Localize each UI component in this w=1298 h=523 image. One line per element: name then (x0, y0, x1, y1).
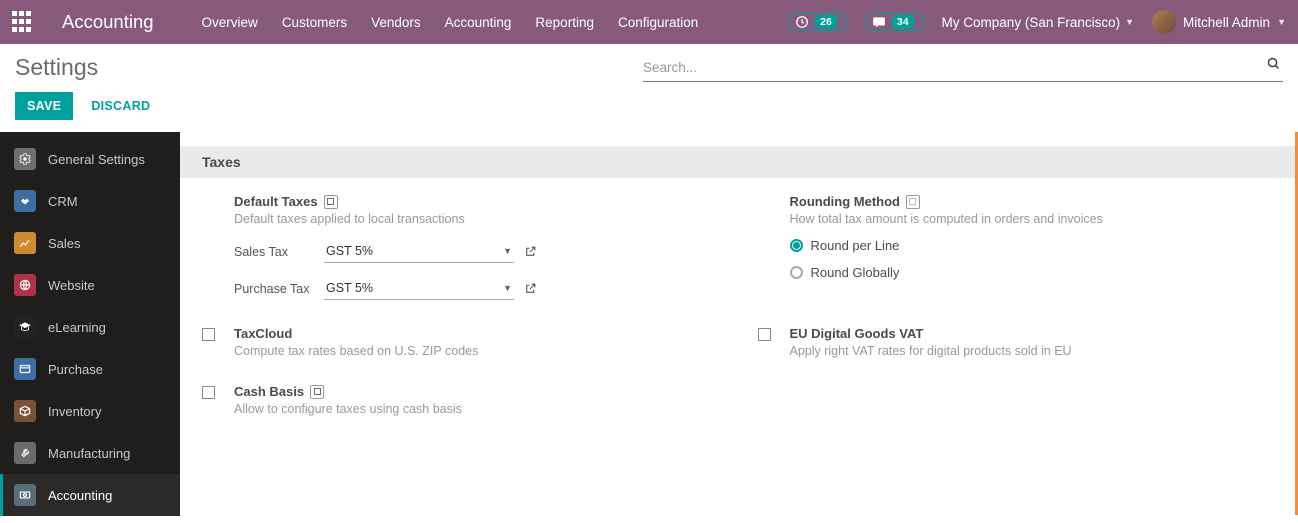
chevron-down-icon: ▼ (503, 283, 512, 293)
sidebar-item-label: Inventory (48, 404, 101, 419)
sidebar-item-general[interactable]: General Settings (0, 138, 180, 180)
sidebar-item-label: Sales (48, 236, 81, 251)
search-input[interactable] (643, 54, 1283, 82)
nav-reporting[interactable]: Reporting (535, 15, 594, 30)
radio-round-globally[interactable]: Round Globally (790, 265, 1274, 280)
topbar-right: 26 34 My Company (San Francisco) ▼ Mitch… (788, 10, 1286, 34)
sidebar-item-purchase[interactable]: Purchase (0, 348, 180, 390)
money-icon (14, 484, 36, 506)
external-link-icon[interactable] (524, 245, 537, 258)
topbar: Accounting Overview Customers Vendors Ac… (0, 0, 1298, 44)
radio-icon (790, 266, 803, 279)
main-nav: Overview Customers Vendors Accounting Re… (202, 15, 699, 30)
nav-vendors[interactable]: Vendors (371, 15, 421, 30)
external-link-icon[interactable] (324, 195, 338, 209)
box-icon (14, 400, 36, 422)
user-name: Mitchell Admin (1183, 15, 1270, 30)
settings-content: Taxes Default Taxes Default taxes applie… (180, 132, 1298, 515)
chevron-down-icon: ▼ (1125, 17, 1134, 27)
page-title: Settings (15, 54, 98, 81)
external-link-icon[interactable] (310, 385, 324, 399)
option-title-default-taxes: Default Taxes (234, 194, 718, 209)
company-name: My Company (San Francisco) (942, 15, 1121, 30)
option-desc: Apply right VAT rates for digital produc… (790, 344, 1274, 358)
company-switcher[interactable]: My Company (San Francisco) ▼ (942, 15, 1134, 30)
checkbox-taxcloud[interactable] (202, 328, 215, 341)
option-desc: Compute tax rates based on U.S. ZIP code… (234, 344, 718, 358)
chat-indicator[interactable]: 34 (865, 12, 924, 32)
sidebar-item-manufacturing[interactable]: Manufacturing (0, 432, 180, 474)
chat-count: 34 (891, 15, 915, 29)
action-buttons: SAVE DISCARD (0, 88, 1298, 132)
nav-configuration[interactable]: Configuration (618, 15, 698, 30)
sidebar-item-sales[interactable]: Sales (0, 222, 180, 264)
sidebar-item-crm[interactable]: CRM (0, 180, 180, 222)
wrench-icon (14, 442, 36, 464)
purchase-tax-select[interactable]: GST 5%▼ (324, 277, 514, 300)
chat-icon (872, 15, 886, 29)
control-bar: Settings (0, 44, 1298, 88)
sidebar-item-label: Manufacturing (48, 446, 130, 461)
body: General Settings CRM Sales Website eLear… (0, 132, 1298, 515)
user-menu[interactable]: Mitchell Admin ▼ (1152, 10, 1286, 34)
sidebar-item-accounting[interactable]: Accounting (0, 474, 180, 516)
graduation-icon (14, 316, 36, 338)
card-icon (14, 358, 36, 380)
apps-icon[interactable] (12, 11, 34, 33)
radio-round-per-line[interactable]: Round per Line (790, 238, 1274, 253)
chevron-down-icon: ▼ (503, 246, 512, 256)
sidebar-item-inventory[interactable]: Inventory (0, 390, 180, 432)
avatar (1152, 10, 1176, 34)
option-title-eu-vat: EU Digital Goods VAT (790, 326, 1274, 341)
app-brand[interactable]: Accounting (62, 11, 154, 33)
handshake-icon (14, 190, 36, 212)
nav-overview[interactable]: Overview (202, 15, 258, 30)
clock-icon (795, 15, 809, 29)
sidebar-item-label: eLearning (48, 320, 106, 335)
discard-button[interactable]: DISCARD (91, 99, 150, 113)
option-title-taxcloud: TaxCloud (234, 326, 718, 341)
chart-icon (14, 232, 36, 254)
checkbox-cash-basis[interactable] (202, 386, 215, 399)
external-link-icon[interactable] (524, 282, 537, 295)
field-label-sales-tax: Sales Tax (234, 245, 324, 259)
checkbox-eu-vat[interactable] (758, 328, 771, 341)
search-wrap (643, 54, 1283, 82)
option-desc: Allow to configure taxes using cash basi… (234, 402, 718, 416)
section-header-taxes: Taxes (180, 146, 1295, 178)
sidebar-item-label: Purchase (48, 362, 103, 377)
nav-accounting[interactable]: Accounting (445, 15, 512, 30)
option-desc: How total tax amount is computed in orde… (790, 212, 1274, 226)
option-title-cash-basis: Cash Basis (234, 384, 718, 399)
field-label-purchase-tax: Purchase Tax (234, 282, 324, 296)
chevron-down-icon: ▼ (1277, 17, 1286, 27)
nav-customers[interactable]: Customers (282, 15, 347, 30)
settings-sidebar: General Settings CRM Sales Website eLear… (0, 132, 180, 515)
activity-count: 26 (814, 15, 838, 29)
globe-icon (14, 274, 36, 296)
external-link-icon[interactable] (906, 195, 920, 209)
option-desc: Default taxes applied to local transacti… (234, 212, 718, 226)
sidebar-item-label: CRM (48, 194, 78, 209)
search-icon[interactable] (1266, 56, 1281, 71)
sidebar-item-elearning[interactable]: eLearning (0, 306, 180, 348)
save-button[interactable]: SAVE (15, 92, 73, 120)
activity-indicator[interactable]: 26 (788, 12, 847, 32)
sidebar-item-website[interactable]: Website (0, 264, 180, 306)
option-title-rounding: Rounding Method (790, 194, 1274, 209)
radio-icon (790, 239, 803, 252)
gear-icon (14, 148, 36, 170)
sales-tax-select[interactable]: GST 5%▼ (324, 240, 514, 263)
sidebar-item-label: Website (48, 278, 95, 293)
sidebar-item-label: General Settings (48, 152, 145, 167)
sidebar-item-label: Accounting (48, 488, 112, 503)
